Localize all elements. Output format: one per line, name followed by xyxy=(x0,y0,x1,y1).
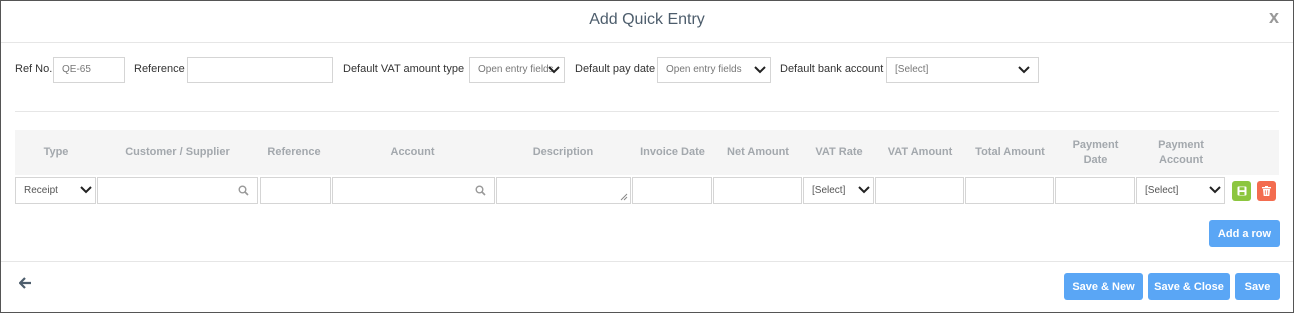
payment-date-input[interactable] xyxy=(1055,177,1135,204)
col-customer-supplier: Customer / Supplier xyxy=(125,146,230,158)
customer-supplier-input[interactable] xyxy=(97,177,258,204)
reference-input[interactable] xyxy=(187,57,333,83)
dialog-header: Add Quick Entry x xyxy=(1,1,1293,43)
col-total-amount: Total Amount xyxy=(975,146,1045,158)
col-type: Type xyxy=(43,146,69,158)
close-icon[interactable]: x xyxy=(1269,7,1279,28)
add-row-button[interactable]: Add a row xyxy=(1209,220,1280,247)
chevron-down-icon xyxy=(548,66,560,74)
grid-header: Type Customer / Supplier Reference Accou… xyxy=(15,130,1279,175)
col-net-amount: Net Amount xyxy=(727,146,789,158)
bank-select[interactable]: [Select] xyxy=(886,57,1039,83)
col-payment-account: Payment Account xyxy=(1158,138,1204,166)
col-vat-amount: VAT Amount xyxy=(887,146,953,158)
table-row: Receipt [Select] [Select] xyxy=(1,177,1293,205)
type-select[interactable]: Receipt xyxy=(15,177,96,204)
chevron-down-icon xyxy=(1018,66,1030,74)
chevron-down-icon xyxy=(80,186,92,194)
search-icon xyxy=(238,185,249,196)
ref-no-label: Ref No. xyxy=(15,63,53,75)
col-invoice-date: Invoice Date xyxy=(640,146,705,158)
pay-date-label: Default pay date xyxy=(575,63,656,75)
bank-label: Default bank account xyxy=(780,63,884,75)
chevron-down-icon xyxy=(1209,186,1221,194)
search-icon xyxy=(475,185,486,196)
arrow-left-icon[interactable] xyxy=(19,277,32,289)
vat-type-select[interactable]: Open entry fields xyxy=(469,57,565,83)
reference-label: Reference xyxy=(134,63,185,75)
col-reference: Reference xyxy=(267,146,321,158)
invoice-date-input[interactable] xyxy=(632,177,712,204)
payment-account-value: [Select] xyxy=(1145,185,1179,196)
vat-type-label: Default VAT amount type xyxy=(343,63,465,75)
save-button[interactable]: Save xyxy=(1235,273,1280,300)
divider xyxy=(15,111,1279,112)
vat-type-value: Open entry fields xyxy=(478,64,554,75)
net-amount-input[interactable] xyxy=(713,177,802,204)
pay-date-value: Open entry fields xyxy=(666,64,742,75)
description-textarea[interactable] xyxy=(496,177,631,204)
col-description: Description xyxy=(532,146,594,158)
delete-row-button[interactable] xyxy=(1257,181,1276,201)
floppy-icon xyxy=(1237,186,1246,196)
chevron-down-icon xyxy=(858,186,870,194)
save-row-button[interactable] xyxy=(1232,181,1251,201)
account-input[interactable] xyxy=(332,177,495,204)
pay-date-select[interactable]: Open entry fields xyxy=(657,57,771,83)
dialog-title: Add Quick Entry xyxy=(589,11,705,28)
col-vat-rate: VAT Rate xyxy=(815,146,863,158)
bank-value: [Select] xyxy=(895,64,929,75)
footer-divider xyxy=(1,261,1293,262)
entry-defaults: Ref No. QE-65 Reference Default VAT amou… xyxy=(1,57,1293,85)
chevron-down-icon xyxy=(754,66,766,74)
col-account: Account xyxy=(390,146,435,158)
trash-icon xyxy=(1262,186,1271,196)
vat-rate-select[interactable]: [Select] xyxy=(803,177,874,204)
quick-entry-dialog: Add Quick Entry x Ref No. QE-65 Referenc… xyxy=(0,0,1294,313)
col-payment-date: Payment Date xyxy=(1072,138,1119,166)
vat-rate-value: [Select] xyxy=(812,185,846,196)
total-amount-input[interactable] xyxy=(965,177,1054,204)
ref-no-input[interactable]: QE-65 xyxy=(53,57,125,83)
row-reference-input[interactable] xyxy=(260,177,331,204)
type-value: Receipt xyxy=(24,185,58,196)
save-and-close-button[interactable]: Save & Close xyxy=(1148,273,1230,300)
payment-account-select[interactable]: [Select] xyxy=(1136,177,1225,204)
vat-amount-input[interactable] xyxy=(875,177,964,204)
resize-handle-icon[interactable] xyxy=(620,193,628,201)
save-and-new-button[interactable]: Save & New xyxy=(1064,273,1143,300)
